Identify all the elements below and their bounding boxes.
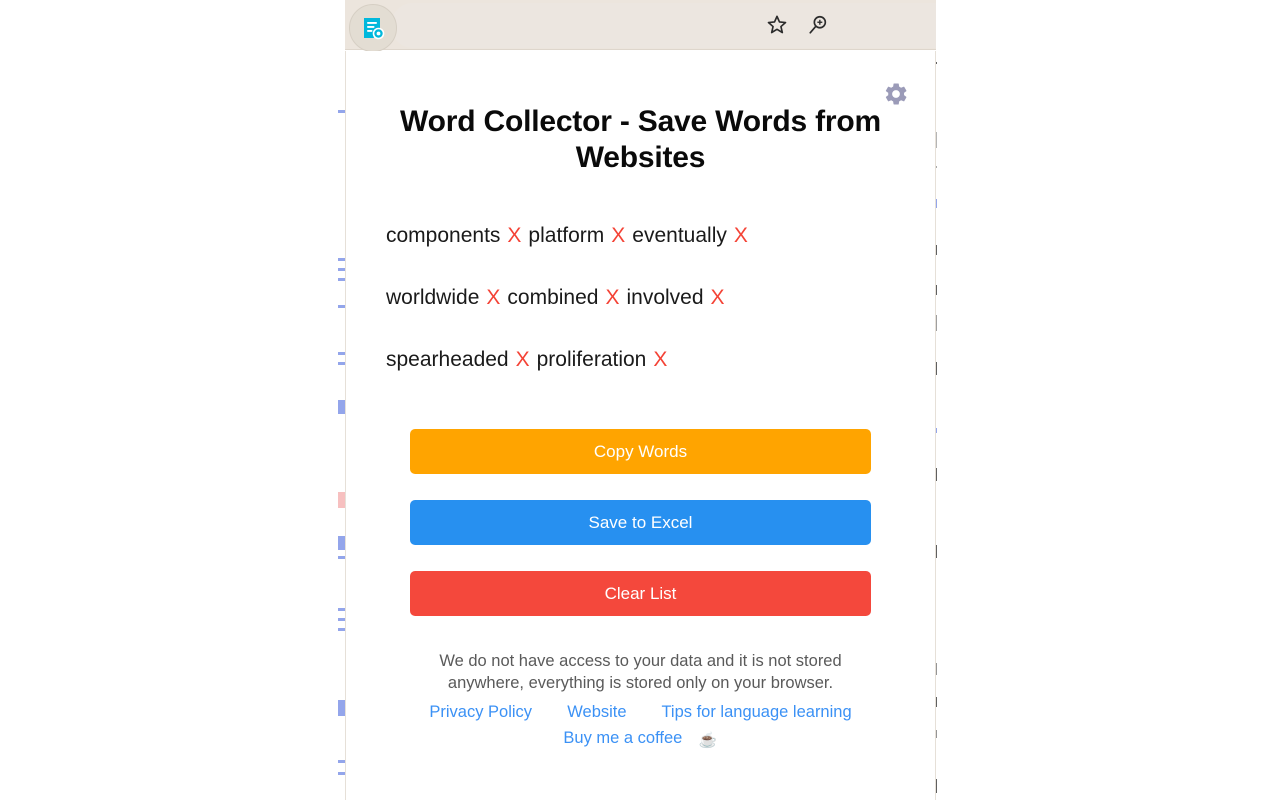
page-title: Word Collector - Save Words from Website…	[400, 105, 881, 174]
saved-word-item: eventually X	[632, 224, 750, 247]
bookmark-star-icon[interactable]	[763, 11, 791, 39]
footer-links: Privacy Policy Website Tips for language…	[346, 703, 935, 722]
saved-word-text: worldwide	[386, 286, 480, 309]
toolbar-pill	[391, 3, 936, 48]
saved-word-item: combined X	[507, 286, 621, 309]
remove-word-button[interactable]: X	[709, 286, 727, 309]
saved-word-item: proliferation X	[537, 348, 670, 371]
saved-word-item: spearheaded X	[386, 348, 532, 371]
remove-word-button[interactable]: X	[603, 286, 621, 309]
remove-word-button[interactable]: X	[651, 348, 669, 371]
copy-words-button[interactable]: Copy Words	[410, 429, 871, 474]
remove-word-button[interactable]: X	[732, 224, 750, 247]
saved-word-item: worldwide X	[386, 286, 502, 309]
remove-word-button[interactable]: X	[505, 224, 523, 247]
saved-word-text: involved	[626, 286, 704, 309]
coffee-cup-icon: ☕	[698, 732, 718, 749]
saved-word-text: eventually	[632, 224, 727, 247]
extension-icon-button[interactable]	[349, 4, 397, 52]
privacy-policy-link[interactable]: Privacy Policy	[429, 703, 532, 721]
website-link[interactable]: Website	[567, 703, 626, 721]
saved-word-item: involved X	[626, 286, 726, 309]
language-learning-tips-link[interactable]: Tips for language learning	[661, 703, 851, 721]
buy-me-a-coffee-link[interactable]: Buy me a coffee	[563, 729, 682, 747]
clear-list-button[interactable]: Clear List	[410, 571, 871, 616]
saved-word-text: spearheaded	[386, 348, 509, 371]
word-row: worldwide Xcombined Xinvolved X	[346, 285, 935, 311]
saved-word-text: platform	[528, 224, 605, 247]
extension-popup: Word Collector - Save Words from Website…	[345, 51, 936, 800]
word-row: spearheaded Xproliferation X	[346, 347, 935, 373]
remove-word-button[interactable]: X	[609, 224, 627, 247]
saved-word-text: proliferation	[536, 348, 647, 371]
word-row: components Xplatform Xeventually X	[346, 223, 935, 249]
saved-word-item: platform X	[528, 224, 627, 247]
remove-word-button[interactable]: X	[484, 286, 502, 309]
saved-word-text: combined	[507, 286, 599, 309]
word-collector-icon	[360, 15, 386, 41]
gear-icon[interactable]	[883, 81, 909, 107]
action-buttons: Copy Words Save to Excel Clear List	[346, 429, 935, 616]
privacy-disclaimer: We do not have access to your data and i…	[439, 652, 842, 692]
save-to-excel-button[interactable]: Save to Excel	[410, 500, 871, 545]
remove-word-button[interactable]: X	[514, 348, 532, 371]
saved-word-text: components	[386, 224, 501, 247]
saved-words-list: components Xplatform Xeventually Xworldwide…	[346, 223, 935, 373]
screenshot-root: in the most exact uses was browser	[0, 0, 1280, 800]
saved-word-item: components X	[386, 224, 523, 247]
buy-coffee-row: Buy me a coffee ☕	[346, 729, 935, 749]
browser-toolbar	[345, 0, 936, 52]
zoom-search-icon[interactable]	[804, 11, 832, 39]
